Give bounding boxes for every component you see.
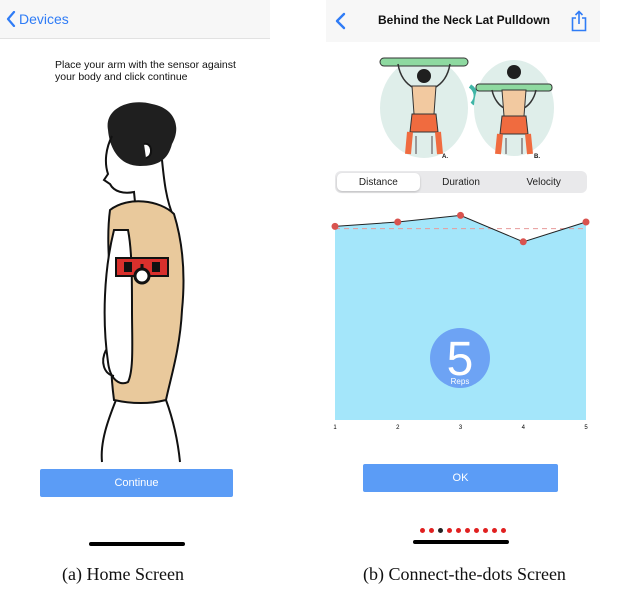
caption-connect-screen: (b) Connect-the-dots Screen [363,564,566,584]
page-title: Behind the Neck Lat Pulldown [377,13,550,27]
data-point [457,211,464,219]
page-dot[interactable] [492,528,497,533]
tab-velocity[interactable]: Velocity [502,173,585,191]
page-dot[interactable] [429,528,434,533]
share-icon[interactable] [570,10,588,32]
data-point [519,238,527,246]
data-point [394,218,402,226]
continue-button[interactable]: Continue [40,469,233,497]
x-tick-label: 4 [522,425,526,431]
page-dot[interactable] [447,528,452,533]
ok-button[interactable]: OK [363,464,558,492]
x-tick-label: 3 [459,425,463,431]
exercise-illustration: A. B. [379,57,554,160]
page-dot[interactable] [438,528,443,533]
chart-area [335,215,586,420]
illustration-label-b: B. [534,154,540,160]
page-dot[interactable] [420,528,425,533]
navigation-bar: Behind the Neck Lat Pulldown [326,0,600,42]
x-tick-labels: 1 2 3 4 5 [333,425,588,431]
connect-dots-screen: Behind the Neck Lat Pulldown A. B. Dista… [326,0,626,560]
back-label: Devices [19,11,69,27]
page-dot[interactable] [456,528,461,533]
caption-home-screen: (a) Home Screen [62,564,184,584]
illustration-label-a: A. [442,154,448,160]
page-dot[interactable] [501,528,506,533]
person-sensor-illustration [100,102,185,463]
home-indicator [89,542,185,546]
x-tick-label: 5 [584,425,588,431]
page-dot[interactable] [465,528,470,533]
page-dots [420,528,506,533]
x-tick-label: 1 [333,425,337,431]
reps-label: Reps [451,377,470,386]
page-dot[interactable] [474,528,479,533]
x-tick-label: 2 [396,425,400,431]
chevron-left-icon[interactable] [334,12,346,30]
instruction-text: Place your arm with the sensor against y… [55,59,236,83]
metric-segmented-control: Distance Duration Velocity [335,171,587,193]
home-screen: Devices Place your arm with the sensor a… [0,0,300,560]
chevron-left-icon [6,11,16,27]
navigation-bar: Devices [0,0,270,39]
tab-duration[interactable]: Duration [420,173,503,191]
back-button[interactable]: Devices [6,9,69,29]
data-point [582,218,590,226]
page-dot[interactable] [483,528,488,533]
reps-chart: 1 2 3 4 5 5 Reps [331,211,590,431]
data-point [331,222,339,230]
home-indicator [413,540,509,544]
tab-distance[interactable]: Distance [337,173,420,191]
